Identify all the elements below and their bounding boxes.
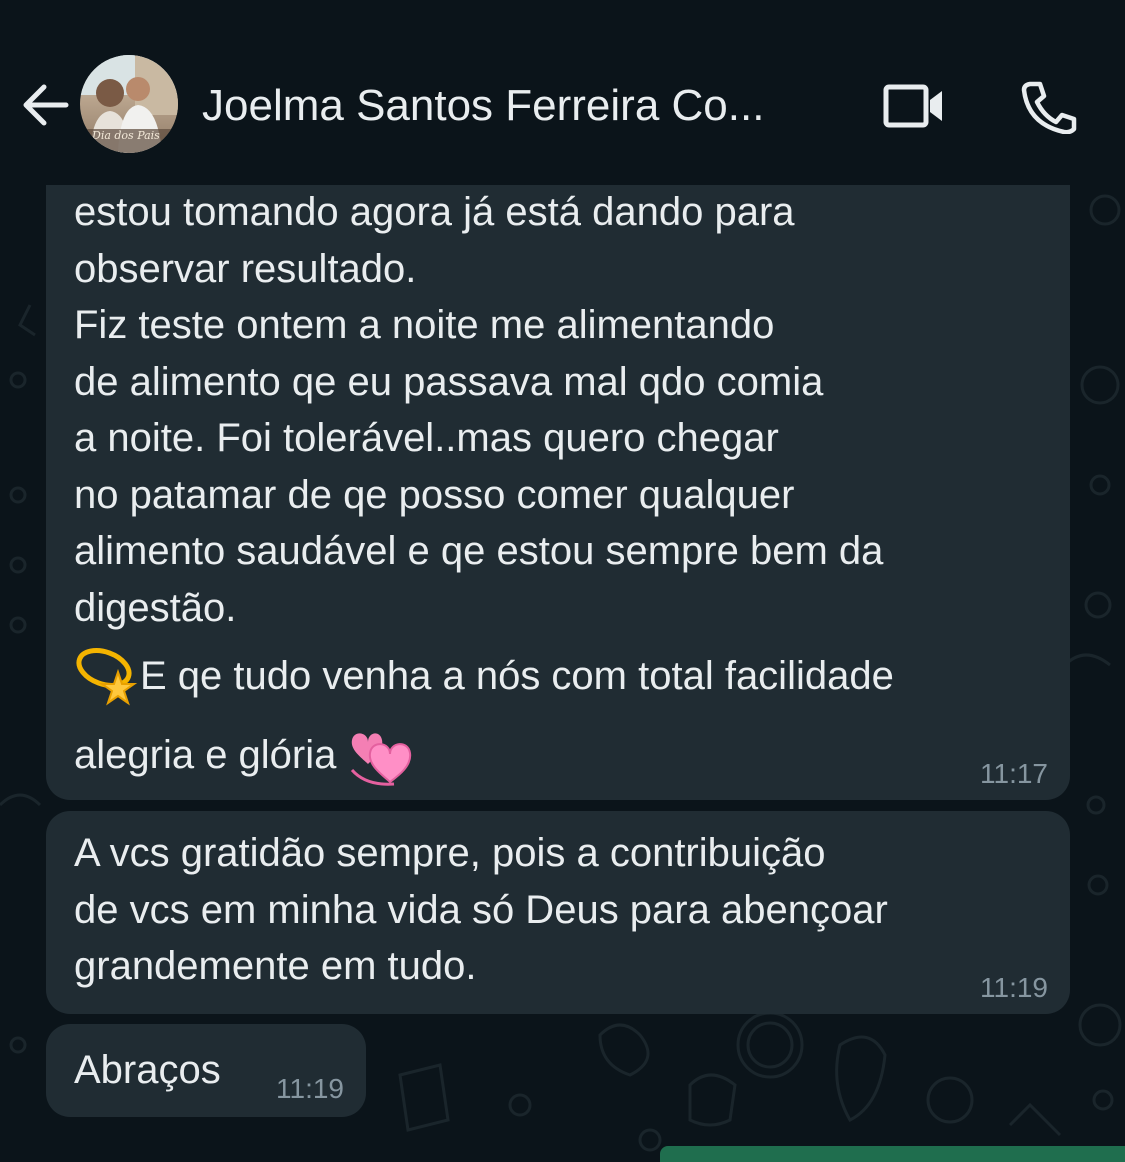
contact-name[interactable]: Joelma Santos Ferreira Co... [202,78,842,134]
back-button[interactable] [18,78,72,132]
bottom-accent-bar [660,1146,1125,1162]
phone-icon [1021,81,1077,135]
chat-header: Dia dos Pais Joelma Santos Ferreira Co..… [0,0,1125,185]
revolving-hearts-emoji [351,733,412,786]
message-line: alegria e glória [74,716,1042,794]
avatar-caption: Dia dos Pais [92,129,160,142]
message-bubble[interactable]: Abraços 11:19 [46,1024,366,1117]
message-bubble[interactable]: A vcs gratidão sempre, pois a contribuiç… [46,811,1070,1014]
arrow-left-icon [23,84,69,126]
message-text: E qe tudo venha a nós com total facilida… [140,653,894,698]
message-text: alegria e glória [74,732,337,777]
message-timestamp: 11:19 [276,1073,344,1104]
message-line: E qe tudo venha a nós com total facilida… [74,640,1042,712]
message-bubble[interactable]: estou tomando agora já está dando para o… [46,185,1070,800]
message-text: estou tomando agora já está dando para o… [74,190,884,630]
message-text: A vcs gratidão sempre, pois a contribuiç… [74,831,888,988]
chat-area[interactable]: estou tomando agora já está dando para o… [0,185,1125,1162]
dizzy-star-emoji [76,648,138,706]
video-call-button[interactable] [882,80,946,132]
message-timestamp: 11:19 [980,972,1048,1003]
avatar[interactable]: Dia dos Pais [80,55,178,153]
video-camera-icon [883,84,942,128]
message-timestamp: 11:17 [980,758,1048,789]
voice-call-button[interactable] [1018,78,1080,135]
